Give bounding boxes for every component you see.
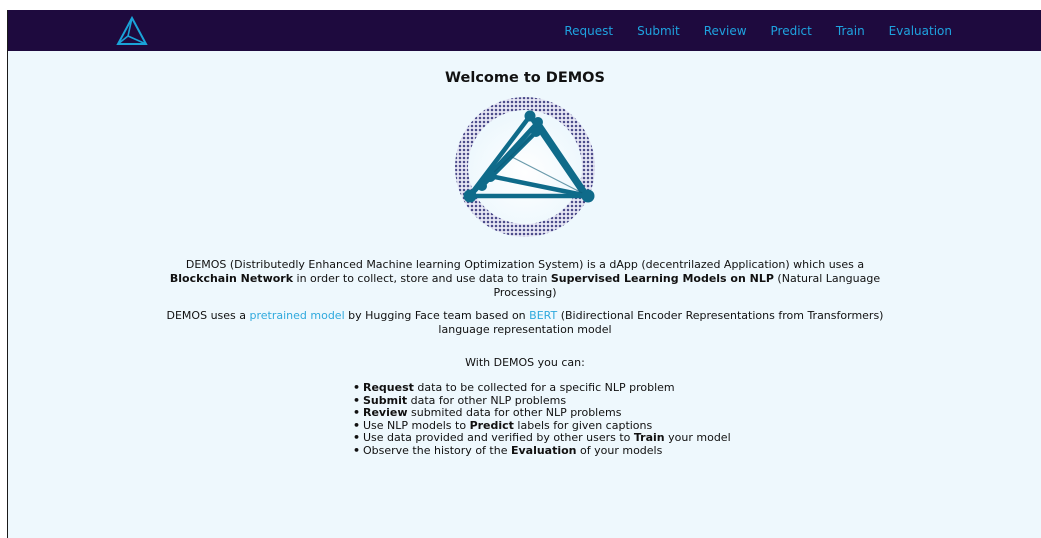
bert-link[interactable]: BERT [529,309,557,322]
page-title: Welcome to DEMOS [445,70,605,86]
feature-bold: Review [363,406,408,419]
demos-logo-icon [455,97,595,237]
demos-brand-logo-icon[interactable] [116,16,148,46]
features-list: Request data to be collected for a speci… [353,381,1041,458]
nav-submit-link[interactable]: Submit [637,24,680,38]
intro-text-1: DEMOS (Distributedly Enhanced Machine le… [185,258,865,271]
nav-train-link[interactable]: Train [836,24,865,38]
feature-text: your model [664,431,731,444]
navbar: Request Submit Review Predict Train Eval… [8,10,1041,51]
model-text-2: by Hugging Face team based on [344,309,530,322]
nav-predict-link[interactable]: Predict [771,24,812,38]
main-content: Welcome to DEMOS DEMOS (Distributedly En… [8,51,1041,457]
app-frame: Request Submit Review Predict Train Eval… [7,10,1041,538]
intro-bold-blockchain: Blockchain Network [169,272,294,285]
pretrained-model-link[interactable]: pretrained model [250,309,345,322]
feature-bold: Evaluation [510,443,577,457]
feature-pre: Use data provided and verified by other … [363,431,634,444]
intro-bold-supervised: Supervised Learning Models on NLP [550,272,774,285]
model-paragraph: DEMOS uses a pretrained model by Hugging… [165,309,885,337]
nav-request-link[interactable]: Request [564,24,613,38]
feature-text: submited data for other NLP problems [407,406,622,419]
nav-review-link[interactable]: Review [704,24,747,38]
intro-paragraph: DEMOS (Distributedly Enhanced Machine le… [165,258,885,300]
feature-item: Observe the history of the Evaluation of… [353,443,1041,458]
feature-pre: Use NLP models to [363,418,470,432]
features-heading: With DEMOS you can: [465,356,585,369]
intro-text-2: in order to collect, store and use data … [293,272,551,285]
feature-bold: Submit [363,393,408,407]
model-text-1: DEMOS uses a [166,309,250,322]
main-nav: Request Submit Review Predict Train Eval… [540,10,952,51]
feature-text: data to be collected for a specific NLP … [413,381,675,394]
feature-bold: Request [363,381,414,394]
feature-text: of your models [576,443,663,457]
feature-text: labels for given captions [513,418,653,432]
feature-text: data for other NLP problems [407,393,567,407]
feature-bold: Train [633,431,665,444]
nav-evaluation-link[interactable]: Evaluation [889,24,952,38]
feature-bold: Predict [469,418,514,432]
feature-pre: Observe the history of the [363,443,511,457]
